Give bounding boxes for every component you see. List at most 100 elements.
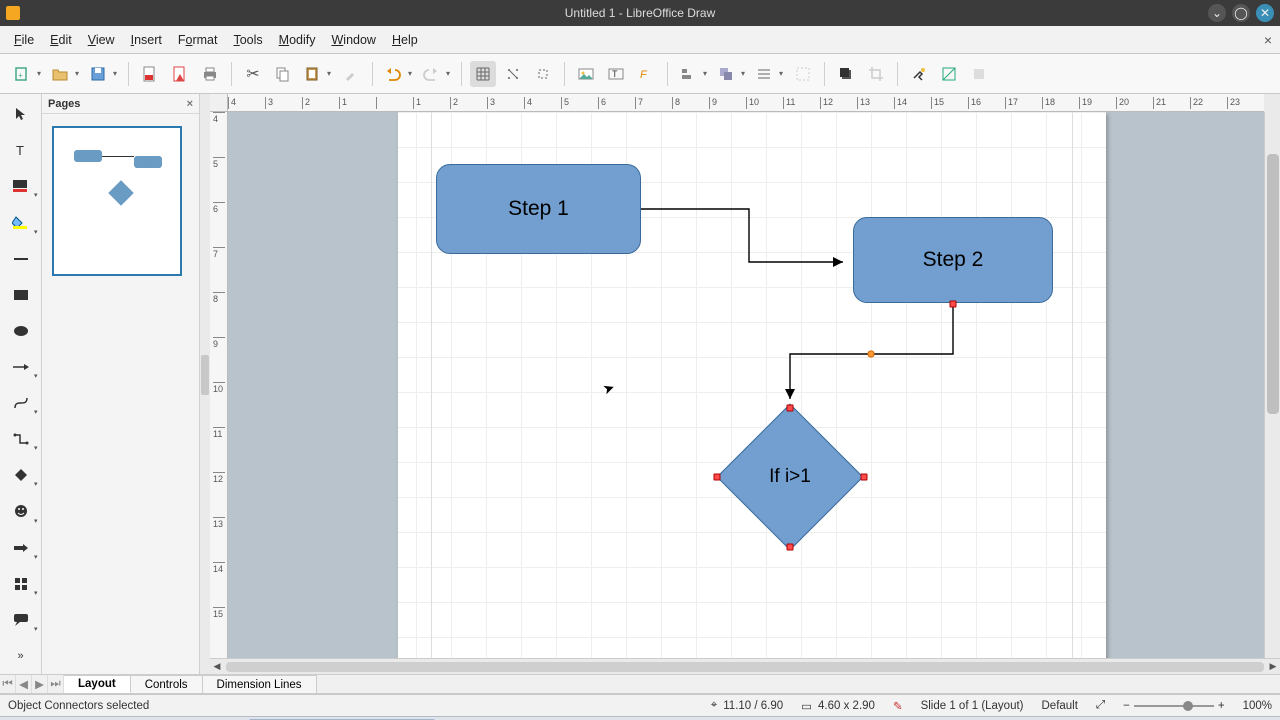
scroll-left-icon[interactable]: ◀ [210, 661, 224, 672]
selection-handle[interactable] [950, 301, 957, 308]
callout-shapes-tool[interactable] [6, 608, 36, 632]
tab-layout[interactable]: Layout [64, 675, 131, 693]
print-preview-button[interactable] [167, 61, 193, 87]
flowchart-step2-box[interactable]: Step 2 [853, 217, 1053, 303]
tab-nav-last[interactable]: ⏭ [48, 675, 64, 693]
export-pdf-button[interactable] [137, 61, 163, 87]
status-position-icon: ⌖ [711, 699, 717, 712]
arrow-line-tool[interactable] [6, 355, 36, 379]
page-thumbnail[interactable]: 1 [52, 126, 189, 276]
cut-button[interactable]: ✂ [240, 61, 266, 87]
horizontal-scrollbar[interactable]: ◀ ▶ [210, 658, 1280, 674]
zoom-in-icon[interactable]: + [1218, 700, 1225, 712]
line-tool[interactable] [6, 247, 36, 271]
menu-file[interactable]: File [6, 31, 42, 49]
filter-button[interactable] [906, 61, 932, 87]
pages-panel: Pages × 1 [42, 94, 200, 674]
grid-toggle-button[interactable] [470, 61, 496, 87]
3d-effects-button[interactable] [936, 61, 962, 87]
menu-tools[interactable]: Tools [225, 31, 270, 49]
mouse-cursor-icon: ➤ [600, 379, 617, 399]
tab-nav-next[interactable]: ▶ [32, 675, 48, 693]
curve-tool[interactable] [6, 391, 36, 415]
tab-nav-first[interactable]: ⏮ [0, 675, 16, 693]
menu-window[interactable]: Window [323, 31, 383, 49]
start-menu-button[interactable] [0, 717, 24, 720]
save-button[interactable] [86, 61, 120, 87]
selection-handle[interactable] [787, 544, 794, 551]
menu-insert[interactable]: Insert [123, 31, 170, 49]
selection-handle[interactable] [861, 474, 868, 481]
vertical-ruler[interactable]: 456789101112131415 [210, 112, 228, 658]
align-objects-button[interactable] [676, 61, 710, 87]
extrusion-button[interactable] [966, 61, 992, 87]
arrange-objects-button[interactable] [714, 61, 748, 87]
group-button[interactable] [790, 61, 816, 87]
left-tool-strip: T » [0, 94, 42, 674]
drawing-viewport[interactable]: Step 1 Step 2 [228, 112, 1264, 658]
horizontal-ruler[interactable]: 4321123456789101112131415161718192021222… [228, 94, 1264, 112]
flowchart-shapes-tool[interactable] [6, 572, 36, 596]
print-button[interactable] [197, 61, 223, 87]
status-position: 11.10 / 6.90 [723, 700, 783, 712]
insert-fontwork-button[interactable]: F [633, 61, 659, 87]
window-close-button[interactable]: ✕ [1256, 4, 1274, 22]
menu-view[interactable]: View [80, 31, 123, 49]
tab-nav-prev[interactable]: ◀ [16, 675, 32, 693]
panel-splitter[interactable] [200, 94, 210, 674]
block-arrows-tool[interactable] [6, 536, 36, 560]
flowchart-decision-diamond[interactable]: If i>1 [738, 425, 842, 529]
line-color-tool[interactable] [6, 174, 36, 198]
drawing-page[interactable]: Step 1 Step 2 [398, 112, 1106, 658]
text-tool[interactable]: T [6, 138, 36, 162]
zoom-out-icon[interactable]: − [1123, 700, 1130, 712]
menu-format[interactable]: Format [170, 31, 226, 49]
redo-button[interactable] [419, 61, 453, 87]
selection-midpoint-handle[interactable] [868, 351, 875, 358]
tab-dimension-lines[interactable]: Dimension Lines [203, 675, 317, 693]
layer-tabs-row: ⏮ ◀ ▶ ⏭ Layout Controls Dimension Lines [0, 674, 1280, 694]
status-zoom[interactable]: 100% [1243, 700, 1272, 712]
paste-button[interactable] [300, 61, 334, 87]
symbol-shapes-tool[interactable] [6, 499, 36, 523]
menu-bar: File Edit View Insert Format Tools Modif… [0, 26, 1280, 54]
connector-tool[interactable] [6, 427, 36, 451]
vertical-scrollbar[interactable] [1264, 112, 1280, 658]
status-size: 4.60 x 2.90 [818, 700, 875, 712]
undo-button[interactable] [381, 61, 415, 87]
selection-handle[interactable] [787, 405, 794, 412]
shadow-button[interactable] [833, 61, 859, 87]
copy-button[interactable] [270, 61, 296, 87]
status-slide[interactable]: Slide 1 of 1 (Layout) [921, 700, 1024, 712]
more-tools-button[interactable]: » [6, 644, 36, 668]
fill-color-tool[interactable] [6, 210, 36, 234]
insert-textbox-button[interactable]: T [603, 61, 629, 87]
scroll-right-icon[interactable]: ▶ [1266, 661, 1280, 672]
connector-step1-step2[interactable] [641, 207, 856, 267]
pages-panel-close-button[interactable]: × [187, 98, 193, 110]
ellipse-tool[interactable] [6, 319, 36, 343]
crop-button[interactable] [863, 61, 889, 87]
fit-page-button[interactable]: ⤢ [1096, 699, 1105, 712]
status-style[interactable]: Default [1042, 700, 1078, 712]
open-button[interactable] [48, 61, 82, 87]
select-tool[interactable] [6, 102, 36, 126]
document-close-button[interactable]: × [1264, 32, 1272, 48]
window-minimize-button[interactable]: ⌄ [1208, 4, 1226, 22]
format-paintbrush-button[interactable] [338, 61, 364, 87]
menu-modify[interactable]: Modify [271, 31, 324, 49]
new-document-button[interactable]: + [10, 61, 44, 87]
menu-help[interactable]: Help [384, 31, 426, 49]
zoom-slider[interactable]: − + [1123, 700, 1224, 712]
distribute-objects-button[interactable] [752, 61, 786, 87]
window-maximize-button[interactable]: ◯ [1232, 4, 1250, 22]
guides-when-moving-button[interactable] [530, 61, 556, 87]
insert-image-button[interactable] [573, 61, 599, 87]
rectangle-tool[interactable] [6, 283, 36, 307]
snap-to-grid-button[interactable] [500, 61, 526, 87]
selection-handle[interactable] [714, 474, 721, 481]
basic-shapes-tool[interactable] [6, 463, 36, 487]
flowchart-step1-box[interactable]: Step 1 [436, 164, 641, 254]
tab-controls[interactable]: Controls [131, 675, 203, 693]
menu-edit[interactable]: Edit [42, 31, 80, 49]
